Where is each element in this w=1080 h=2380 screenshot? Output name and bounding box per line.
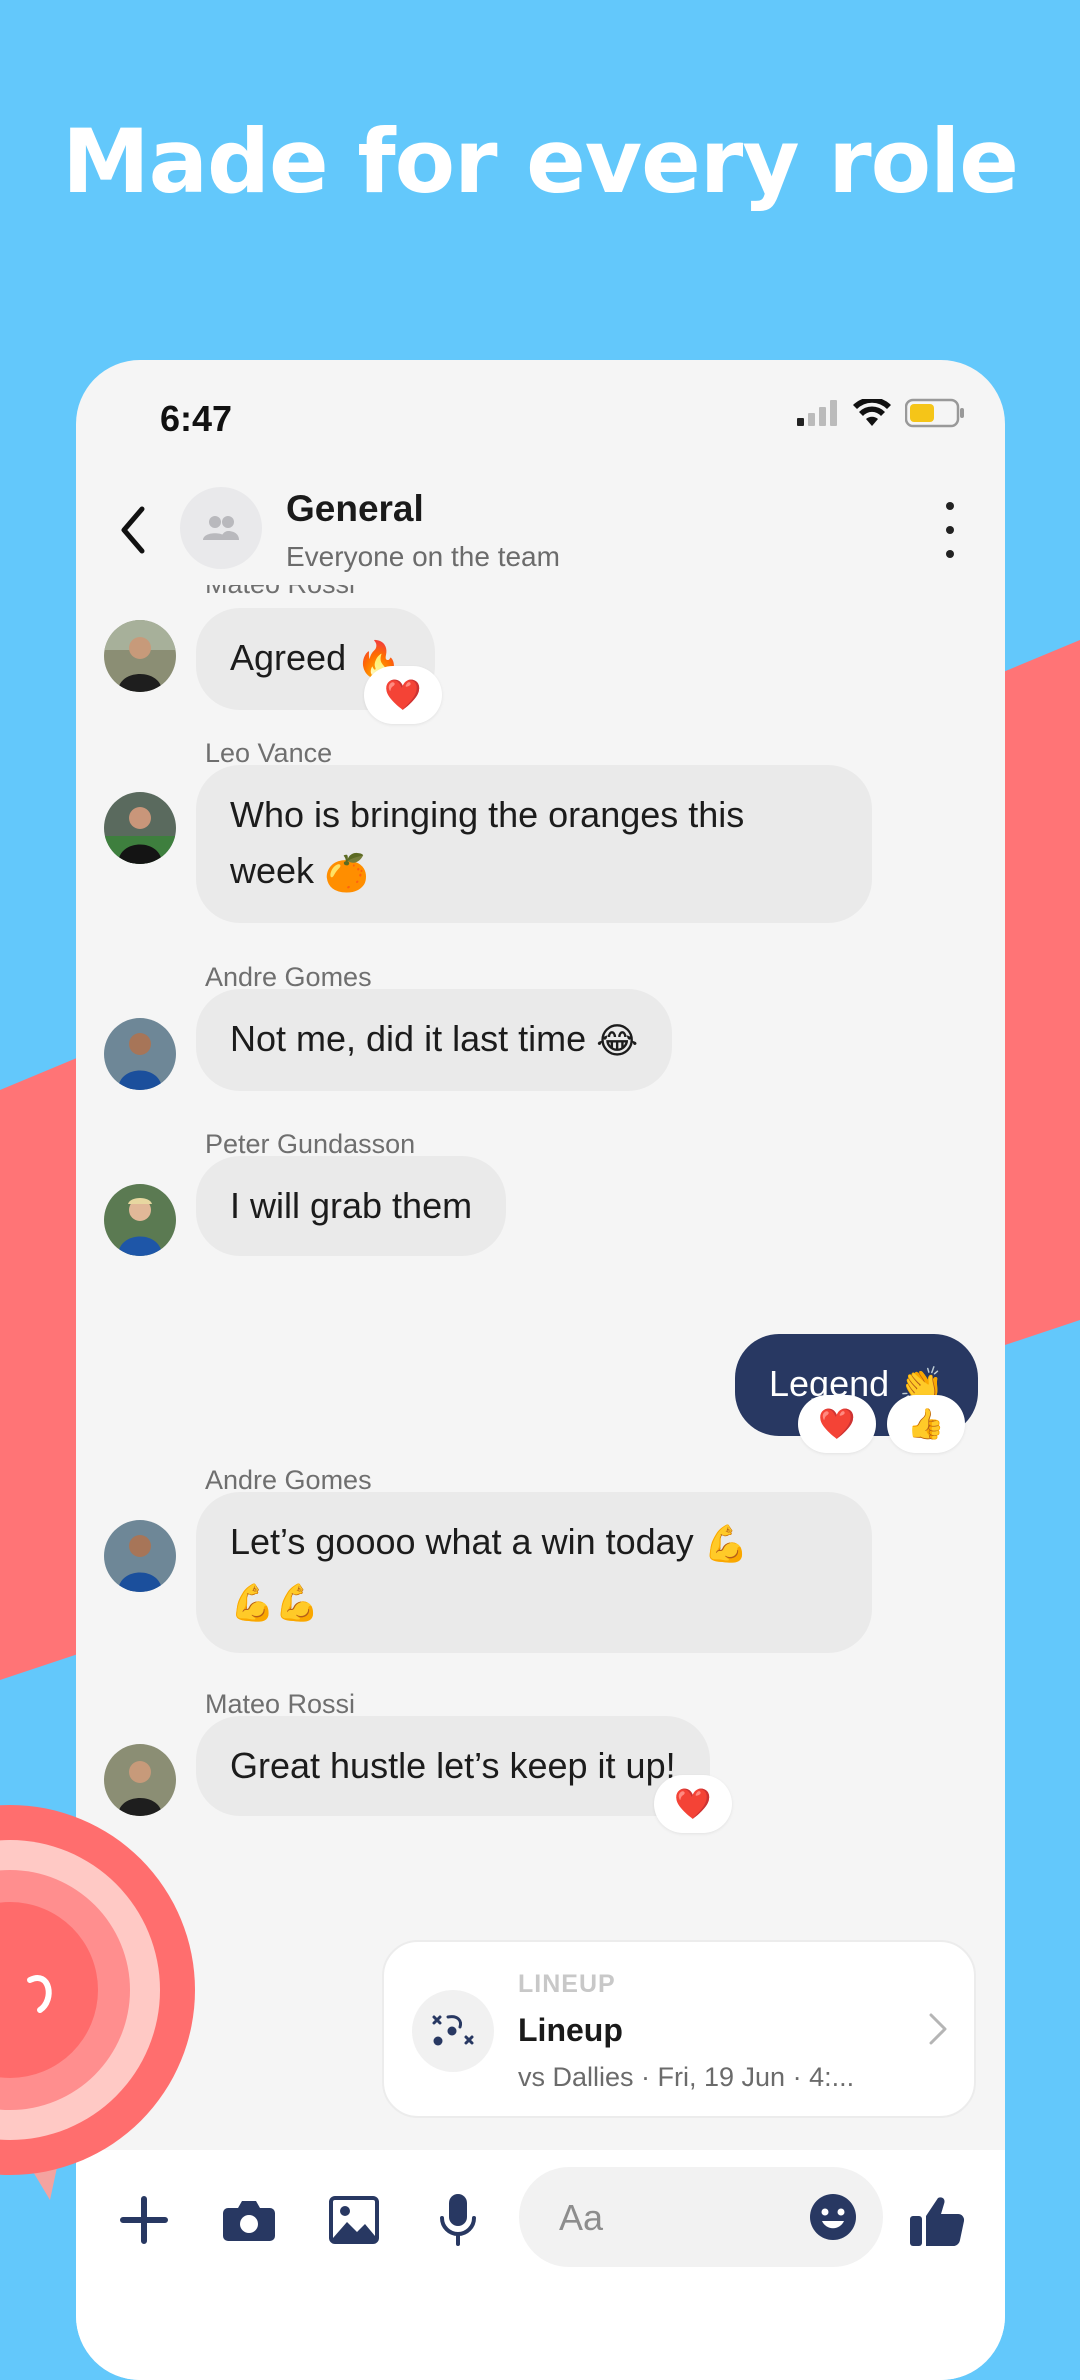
chevron-right-icon	[929, 2013, 947, 2045]
microphone-icon	[440, 2194, 476, 2246]
more-vertical-icon	[946, 502, 954, 510]
message-text: week	[230, 850, 315, 891]
message-list[interactable]: Mateo Rossi Agreed 🔥 ❤️ Leo Vance Who is…	[76, 585, 1005, 2145]
back-button[interactable]	[108, 500, 158, 560]
award-badge-icon	[0, 1805, 195, 2200]
thumbs-up-icon	[910, 2197, 965, 2247]
message-bubble[interactable]: Who is bringing the oranges this week 🍊	[196, 765, 872, 924]
message-bubble[interactable]: Not me, did it last time 😂	[196, 989, 673, 1092]
avatar[interactable]	[104, 792, 176, 864]
like-send-button[interactable]	[906, 2190, 968, 2252]
chat-title[interactable]: General	[286, 488, 424, 530]
message-text: Agreed	[230, 637, 347, 678]
lineup-kicker: LINEUP	[518, 1970, 616, 1998]
message-text: Not me, did it last time	[230, 1018, 587, 1059]
reaction-heart[interactable]: ❤️	[654, 1775, 732, 1833]
group-icon	[203, 516, 239, 540]
more-options-button[interactable]	[935, 502, 965, 558]
message-bubble[interactable]: Great hustle let’s keep it up!	[196, 1716, 710, 1816]
phone-screen: 6:47 General Everyone on the team Agreed…	[76, 360, 1005, 2380]
orange-emoji: 🍊	[324, 852, 369, 894]
group-avatar[interactable]	[180, 487, 262, 569]
reaction-heart[interactable]: ❤️	[364, 666, 442, 724]
voice-button[interactable]	[428, 2190, 488, 2250]
camera-button[interactable]	[219, 2190, 279, 2250]
gallery-button[interactable]	[324, 2190, 384, 2250]
reaction-thumbs-up[interactable]: 👍	[887, 1395, 965, 1453]
lineup-card[interactable]: LINEUP Lineup vs Dallies · Fri, 19 Jun ·…	[382, 1940, 976, 2118]
camera-icon	[223, 2201, 275, 2241]
image-icon	[329, 2196, 379, 2244]
status-time: 6:47	[160, 398, 233, 439]
message-input[interactable]	[557, 2195, 781, 2241]
status-icons	[797, 398, 965, 428]
message-text: Who is bringing the oranges this	[230, 794, 745, 835]
avatar[interactable]	[104, 1520, 176, 1592]
message-bubble[interactable]: I will grab them	[196, 1156, 507, 1256]
message-text: Let’s goooo what a win today	[230, 1521, 694, 1562]
reaction-heart[interactable]: ❤️	[798, 1395, 876, 1453]
headline: Made for every role	[62, 110, 1019, 213]
message-text: I will grab them	[230, 1185, 473, 1226]
message-input-container[interactable]	[519, 2167, 883, 2267]
lineup-title: Lineup	[518, 2012, 623, 2048]
message-text: Great hustle let’s keep it up!	[230, 1745, 676, 1786]
flexed-biceps-emoji: 💪	[703, 1523, 749, 1565]
tactics-icon	[412, 1990, 494, 2072]
flexed-biceps-emoji: 💪💪	[230, 1581, 320, 1623]
chevron-left-icon	[121, 506, 145, 554]
smiley-icon[interactable]	[809, 2193, 857, 2241]
laughing-emoji: 😂	[596, 1020, 639, 1062]
avatar[interactable]	[104, 1184, 176, 1256]
message-sender: Mateo Rossi	[205, 585, 355, 600]
cellular-signal-icon	[797, 400, 837, 426]
message-bubble[interactable]: Let’s goooo what a win today 💪 💪💪	[196, 1492, 872, 1653]
wifi-icon	[853, 399, 891, 426]
chat-subtitle: Everyone on the team	[286, 541, 560, 572]
avatar[interactable]	[104, 620, 176, 692]
avatar[interactable]	[104, 1018, 176, 1090]
lineup-detail: vs Dallies · Fri, 19 Jun · 4:...	[518, 2062, 855, 2092]
battery-icon	[905, 398, 964, 428]
